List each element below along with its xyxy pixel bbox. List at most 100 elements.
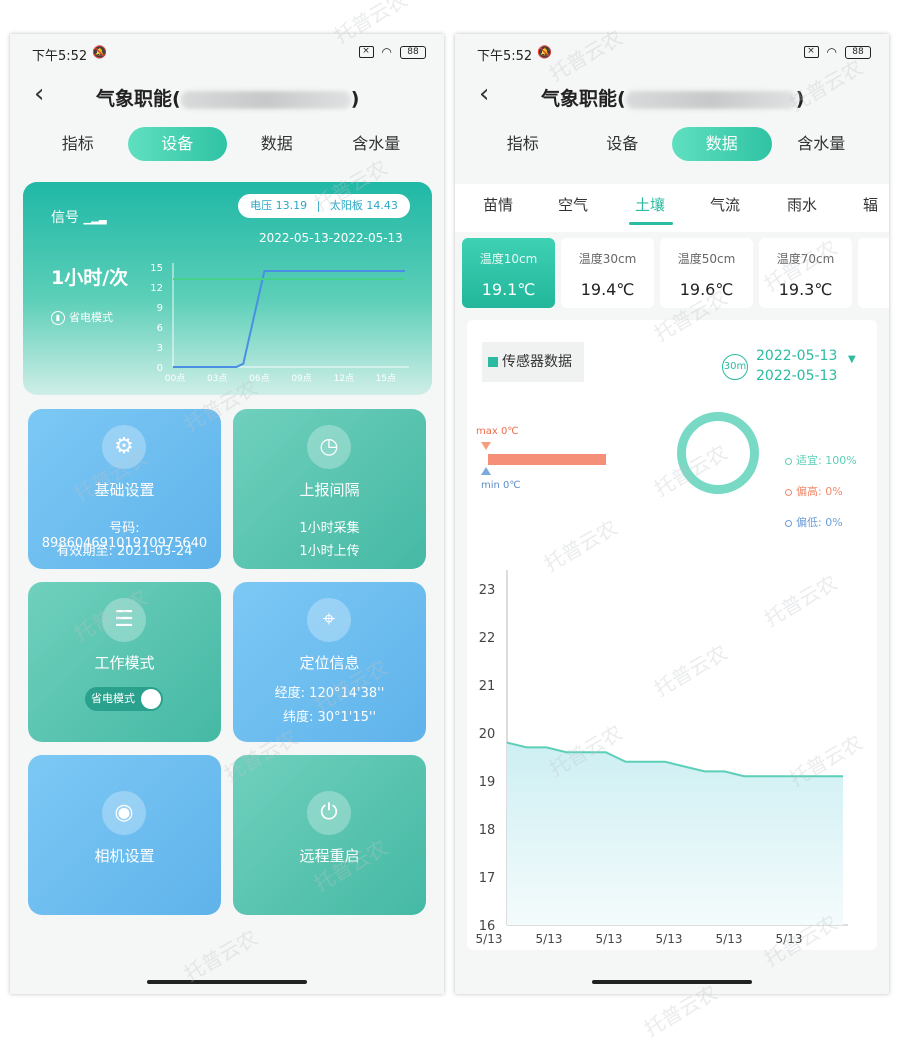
- work-mode-card[interactable]: ☰ 工作模式 省电模式: [28, 582, 221, 742]
- subtab-soil[interactable]: 土壤: [635, 194, 665, 215]
- x-tick-label: 00点: [165, 373, 185, 384]
- gear-icon: ⚙: [102, 425, 146, 469]
- location-pin-icon: ⌖: [307, 598, 351, 642]
- y-tick-label: 15: [150, 263, 163, 274]
- tab-indicators[interactable]: 指标: [473, 127, 573, 161]
- back-icon[interactable]: ‹: [479, 80, 489, 108]
- redacted-name: [180, 90, 351, 109]
- subtab-radiation[interactable]: 辐: [863, 194, 878, 215]
- x-tick-label: 03点: [207, 373, 227, 384]
- work-mode-label: 工作模式: [94, 654, 155, 672]
- depth-tile-50cm[interactable]: 温度50cm 19.6℃: [660, 238, 753, 308]
- voltage-chart: 0 3 6 9 12 15 00点 03点 06点 09点 12点 15点: [150, 263, 409, 384]
- location-card[interactable]: ⌖ 定位信息 经度: 120°14'38'' 纬度: 30°1'15'': [233, 582, 426, 742]
- x-tick-label: 06点: [249, 373, 269, 384]
- tab-indicators[interactable]: 指标: [28, 127, 128, 161]
- y-tick-label: 18: [479, 823, 496, 838]
- subtab-seedling[interactable]: 苗情: [483, 194, 513, 215]
- report-interval-card[interactable]: ◷ 上报间隔 1小时采集 1小时上传: [233, 409, 426, 569]
- upload-interval: 1小时上传: [299, 544, 360, 559]
- y-tick-label: 12: [150, 283, 163, 294]
- x-tick-label: 12点: [334, 373, 354, 384]
- y-tick-label: 9: [157, 303, 163, 314]
- sim-icon: ×: [358, 46, 374, 58]
- tab-data[interactable]: 数据: [227, 127, 327, 161]
- subtab-air[interactable]: 空气: [558, 194, 588, 215]
- longitude: 经度: 120°14'38'': [274, 686, 385, 701]
- tab-moisture[interactable]: 含水量: [772, 127, 872, 161]
- redacted-name: [625, 90, 796, 109]
- title-bar: ‹ 气象职能(): [10, 80, 444, 112]
- active-tab-underline: [629, 222, 673, 225]
- x-tick-label: 5/13: [656, 932, 683, 946]
- depth-tile-more[interactable]: [858, 238, 889, 308]
- report-interval-label: 上报间隔: [299, 481, 360, 499]
- power-save-toggle[interactable]: 省电模式: [85, 687, 163, 711]
- soil-area-fill: [507, 742, 843, 925]
- battery-icon: 88: [845, 45, 871, 59]
- x-tick-label: 09点: [291, 373, 311, 384]
- camera-settings-card[interactable]: ◉ 相机设置: [28, 755, 221, 915]
- power-icon: ⏻: [307, 791, 351, 835]
- collect-interval: 1小时采集: [299, 521, 360, 536]
- sensor-panel: 传感器数据 30m 2022-05-13 2022-05-13 ▼ max 0℃…: [467, 320, 877, 950]
- battery-icon: 88: [400, 45, 426, 59]
- device-overview-card: 信号 ▁▂▃ 电压 13.19 | 太阳板 14.43 2022-05-13-2…: [23, 182, 432, 395]
- soil-temperature-chart: 16171819202122235/13 5/13 5/13 5/13 5/13 5/13: [476, 570, 848, 946]
- y-tick-label: 17: [479, 871, 496, 886]
- status-time: 下午5:52: [477, 49, 533, 64]
- tab-device[interactable]: 设备: [127, 127, 227, 161]
- page-title: 气象职能(): [96, 88, 360, 110]
- y-tick-label: 21: [479, 679, 496, 694]
- sim-icon: ×: [803, 46, 819, 58]
- subtab-airflow[interactable]: 气流: [710, 194, 740, 215]
- camera-settings-label: 相机设置: [94, 847, 155, 865]
- x-tick-label: 5/13: [536, 932, 563, 946]
- x-tick-label: 5/13: [776, 932, 803, 946]
- toggle-knob: [141, 689, 161, 709]
- device-screen: 下午5:52 🔕 × ◠ 88 ‹ 气象职能() 指标 设备 数据 含水量 信号…: [10, 34, 444, 994]
- tab-device[interactable]: 设备: [573, 127, 673, 161]
- status-time: 下午5:52: [32, 49, 88, 64]
- title-bar: ‹ 气象职能(): [455, 80, 889, 112]
- camera-icon: ◉: [102, 791, 146, 835]
- y-tick-label: 22: [479, 631, 496, 646]
- home-indicator[interactable]: [147, 980, 307, 984]
- wifi-icon: ◠: [826, 45, 837, 59]
- remote-reboot-label: 远程重启: [299, 847, 360, 865]
- depth-tile-30cm[interactable]: 温度30cm 19.4℃: [561, 238, 654, 308]
- clock-icon: ◷: [307, 425, 351, 469]
- tab-moisture[interactable]: 含水量: [327, 127, 427, 161]
- depth-tile-70cm[interactable]: 温度70cm 19.3℃: [759, 238, 852, 308]
- back-icon[interactable]: ‹: [34, 80, 44, 108]
- depth-tile-10cm[interactable]: 温度10cm 19.1℃: [462, 238, 555, 308]
- tab-data[interactable]: 数据: [672, 127, 772, 161]
- top-tabs: 指标 设备 数据 含水量: [28, 127, 426, 161]
- sliders-icon: ☰: [102, 598, 146, 642]
- x-tick-label: 5/13: [476, 932, 503, 946]
- basic-settings-card[interactable]: ⚙ 基础设置 号码: 89860469101970975640 有效期至: 20…: [28, 409, 221, 569]
- page-title: 气象职能(): [541, 88, 805, 110]
- remote-reboot-card[interactable]: ⏻ 远程重启: [233, 755, 426, 915]
- x-tick-label: 15点: [376, 373, 396, 384]
- voltage-series-line: [173, 270, 405, 368]
- wifi-icon: ◠: [381, 45, 392, 59]
- device-screen-data: 下午5:52 🔕 × ◠ 88 ‹ 气象职能() 指标 设备 数据 含水量 苗情…: [455, 34, 889, 994]
- top-tabs: 指标 设备 数据 含水量: [473, 127, 871, 161]
- home-indicator[interactable]: [592, 980, 752, 984]
- subtab-rain[interactable]: 雨水: [787, 194, 817, 215]
- y-tick-label: 23: [479, 583, 496, 598]
- y-tick-label: 19: [479, 775, 496, 790]
- location-label: 定位信息: [299, 654, 360, 672]
- y-tick-label: 0: [157, 363, 163, 374]
- expiry-date: 有效期至: 2021-03-24: [56, 544, 193, 559]
- mute-icon: 🔕: [537, 45, 552, 59]
- category-tabs: 苗情 空气 土壤 气流 雨水 辐: [455, 184, 889, 232]
- status-bar: 下午5:52 🔕 × ◠ 88: [455, 44, 889, 64]
- y-tick-label: 3: [157, 343, 163, 354]
- mute-icon: 🔕: [92, 45, 107, 59]
- basic-settings-label: 基础设置: [94, 481, 155, 499]
- latitude: 纬度: 30°1'15'': [282, 710, 377, 725]
- x-tick-label: 5/13: [596, 932, 623, 946]
- y-tick-label: 20: [479, 727, 496, 742]
